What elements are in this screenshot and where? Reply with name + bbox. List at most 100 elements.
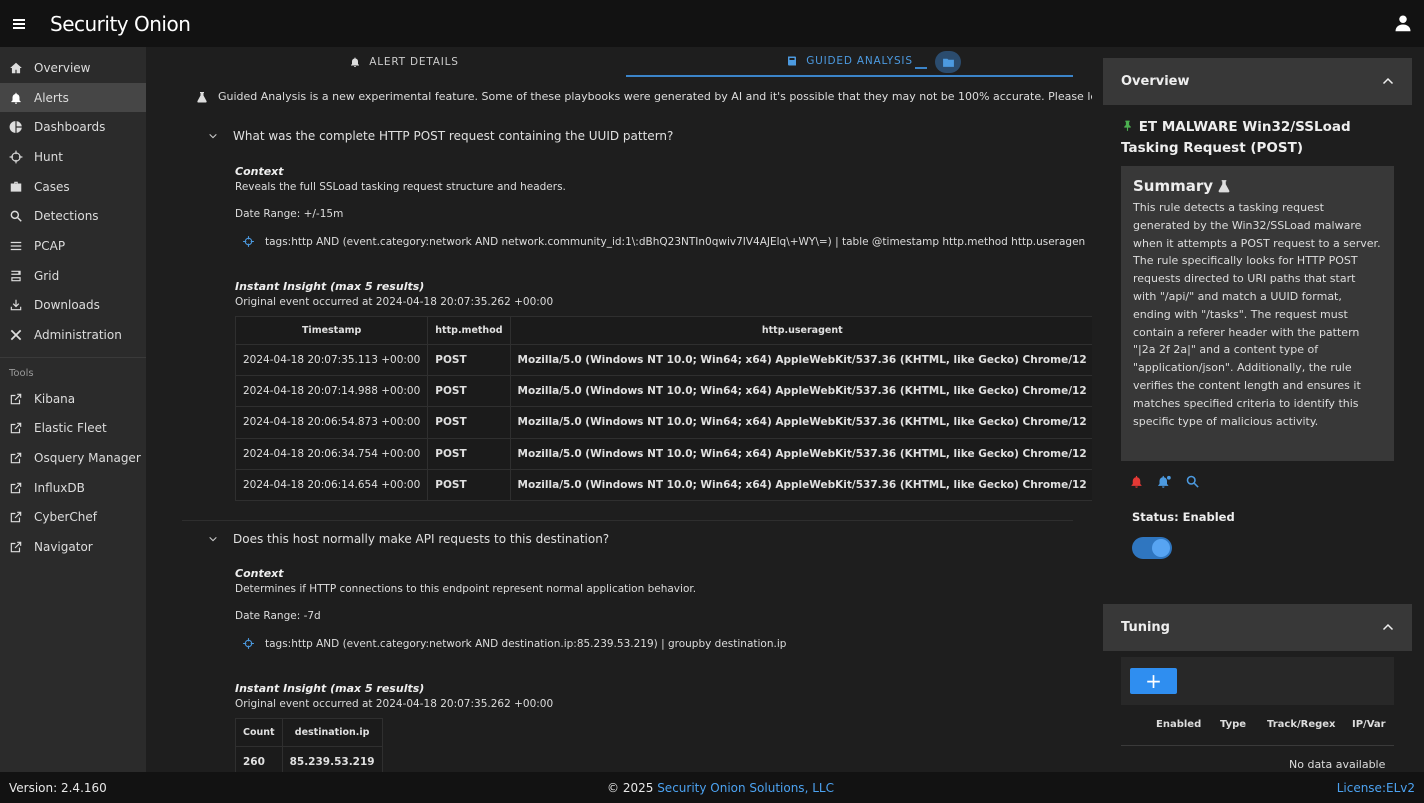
- chevron-up-icon[interactable]: [1382, 621, 1394, 633]
- add-label: +: [1145, 669, 1162, 693]
- sidebar-item-label: Grid: [34, 268, 60, 283]
- context-label: Context: [235, 567, 284, 580]
- search-icon[interactable]: [1185, 474, 1200, 489]
- briefcase-icon: [10, 181, 22, 192]
- sidebar-item-alerts[interactable]: Alerts: [0, 82, 146, 113]
- external-link-icon: [10, 512, 22, 523]
- sidebar-item-overview[interactable]: Overview: [0, 53, 146, 83]
- tab-alert-details[interactable]: ALERT DETAILS: [182, 47, 626, 77]
- table-row[interactable]: 2024-04-18 20:06:14.654 +00:00 POST Mozill…: [234, 468, 1092, 501]
- menu-icon[interactable]: [2, 0, 36, 47]
- question-divider: [182, 520, 1073, 521]
- tool-label: CyberChef: [34, 510, 98, 525]
- tool-link-osquery-manager[interactable]: Osquery Manager: [0, 443, 146, 473]
- bell-icon: [11, 92, 21, 104]
- column-header[interactable]: Enabled: [1156, 719, 1201, 730]
- question-text: What was the complete HTTP POST request …: [233, 129, 674, 143]
- column-header[interactable]: Track/Regex: [1267, 719, 1336, 730]
- sidebar-item-detections[interactable]: Detections: [0, 201, 146, 231]
- column-header[interactable]: Timestamp: [234, 316, 429, 345]
- query-row[interactable]: tags:http AND (event.category:network AN…: [242, 637, 786, 650]
- query-row[interactable]: tags:http AND (event.category:network AN…: [242, 235, 1085, 248]
- license-link[interactable]: License:ELv2: [1337, 781, 1415, 795]
- cell: POST: [427, 343, 511, 377]
- enabled-toggle[interactable]: [1132, 537, 1172, 559]
- column-header[interactable]: Type: [1220, 719, 1246, 730]
- tool-link-cyberchef[interactable]: CyberChef: [0, 503, 146, 533]
- detection-panel: Overview ET MALWARE Win32/SSLoad Tasking…: [1092, 47, 1424, 772]
- alert-bell-icon[interactable]: [1129, 474, 1144, 489]
- tool-link-kibana[interactable]: Kibana: [0, 384, 146, 414]
- external-link-icon: [10, 393, 22, 404]
- column-header[interactable]: IP/Var: [1352, 719, 1386, 730]
- column-header[interactable]: Count: [235, 718, 283, 747]
- minimize-icon[interactable]: [915, 67, 927, 69]
- sidebar-item-label: Dashboards: [34, 120, 106, 135]
- tool-label: Elastic Fleet: [34, 421, 107, 436]
- column-header[interactable]: http.useragent: [509, 316, 1092, 345]
- tool-link-elastic-fleet[interactable]: Elastic Fleet: [0, 414, 146, 444]
- banner-text: Guided Analysis is a new experimental fe…: [218, 90, 1092, 103]
- table-row[interactable]: 260 85.239.53.219: [235, 745, 383, 772]
- tab-label: GUIDED ANALYSIS: [806, 55, 913, 67]
- column-header[interactable]: destination.ip: [281, 718, 383, 747]
- cell: Mozilla/5.0 (Windows NT 10.0; Win64; x64…: [509, 375, 1092, 408]
- tab-guided-analysis[interactable]: GUIDED ANALYSIS: [626, 47, 1073, 77]
- cell: 2024-04-18 20:06:54.873 +00:00: [234, 406, 429, 439]
- question-1-header[interactable]: What was the complete HTTP POST request …: [208, 129, 673, 143]
- hunt-bell-icon[interactable]: [1157, 474, 1172, 489]
- summary-text: This rule detects a tasking request gene…: [1133, 201, 1381, 428]
- table-row[interactable]: 2024-04-18 20:06:34.754 +00:00 POST Mozill…: [234, 437, 1092, 470]
- company-link[interactable]: Security Onion Solutions, LLC: [657, 781, 834, 795]
- sidebar-item-pcap[interactable]: PCAP: [0, 231, 146, 261]
- cell: POST: [427, 375, 511, 408]
- question-2-header[interactable]: Does this host normally make API request…: [208, 532, 609, 546]
- user-account-icon[interactable]: [1394, 14, 1412, 32]
- tuning-header[interactable]: Tuning: [1103, 604, 1412, 651]
- folder-icon: [942, 58, 954, 67]
- brand-logo[interactable]: Security Onion: [50, 12, 191, 36]
- external-link-icon: [10, 452, 22, 464]
- sidebar-item-cases[interactable]: Cases: [0, 172, 146, 202]
- cell: Mozilla/5.0 (Windows NT 10.0; Win64; x64…: [509, 406, 1092, 439]
- crosshair-icon[interactable]: [242, 637, 255, 650]
- add-override-button[interactable]: +: [1130, 668, 1177, 694]
- sidebar-item-dashboards[interactable]: Dashboards: [0, 112, 146, 142]
- experimental-banner: Guided Analysis is a new experimental fe…: [196, 90, 1092, 103]
- download-icon: [10, 300, 22, 311]
- chevron-down-icon: [209, 536, 217, 542]
- crosshair-icon[interactable]: [242, 235, 255, 248]
- rule-title: ET MALWARE Win32/SSLoad Tasking Request …: [1121, 117, 1381, 159]
- folder-button[interactable]: [935, 51, 961, 73]
- overview-header[interactable]: Overview: [1103, 58, 1412, 105]
- context-label: Context: [235, 165, 284, 178]
- rule-actions: [1129, 474, 1200, 489]
- tools-icon: [10, 329, 22, 341]
- chevron-up-icon[interactable]: [1382, 75, 1394, 87]
- tool-link-influxdb[interactable]: InfluxDB: [0, 473, 146, 503]
- external-link-icon: [10, 482, 22, 494]
- guided-analysis-pane: ALERT DETAILS GUIDED ANALYSIS Guided Ana…: [146, 47, 1092, 772]
- pie-chart-icon: [9, 121, 22, 134]
- bell-icon: [351, 57, 360, 67]
- insight-label: Instant Insight (max 5 results): [235, 280, 425, 293]
- cell: 260: [235, 745, 283, 772]
- table-row[interactable]: 2024-04-18 20:07:14.988 +00:00 POST Mozill…: [234, 375, 1092, 408]
- sidebar-item-administration[interactable]: Administration: [0, 320, 146, 350]
- sidebar-item-downloads[interactable]: Downloads: [0, 291, 146, 321]
- table-row[interactable]: 2024-04-18 20:07:35.113 +00:00 POST Mozill…: [234, 343, 1092, 377]
- detail-tabs: ALERT DETAILS GUIDED ANALYSIS: [182, 47, 1073, 77]
- cell: 2024-04-18 20:07:35.113 +00:00: [234, 343, 429, 377]
- tools-header: Tools: [9, 368, 34, 380]
- tool-link-navigator[interactable]: Navigator: [0, 532, 146, 562]
- table-row[interactable]: 2024-04-18 20:06:54.873 +00:00 POST Mozill…: [234, 406, 1092, 439]
- sidebar-item-hunt[interactable]: Hunt: [0, 142, 146, 172]
- sidebar-item-label: Administration: [34, 328, 122, 343]
- grid-icon: [11, 270, 21, 281]
- insight-table: Count destination.ip 260 85.239.53.219: [235, 718, 383, 772]
- cell: POST: [427, 406, 511, 439]
- chevron-down-icon: [209, 133, 217, 139]
- sidebar-item-grid[interactable]: Grid: [0, 261, 146, 291]
- column-header[interactable]: http.method: [427, 316, 511, 345]
- question-text: Does this host normally make API request…: [233, 532, 610, 546]
